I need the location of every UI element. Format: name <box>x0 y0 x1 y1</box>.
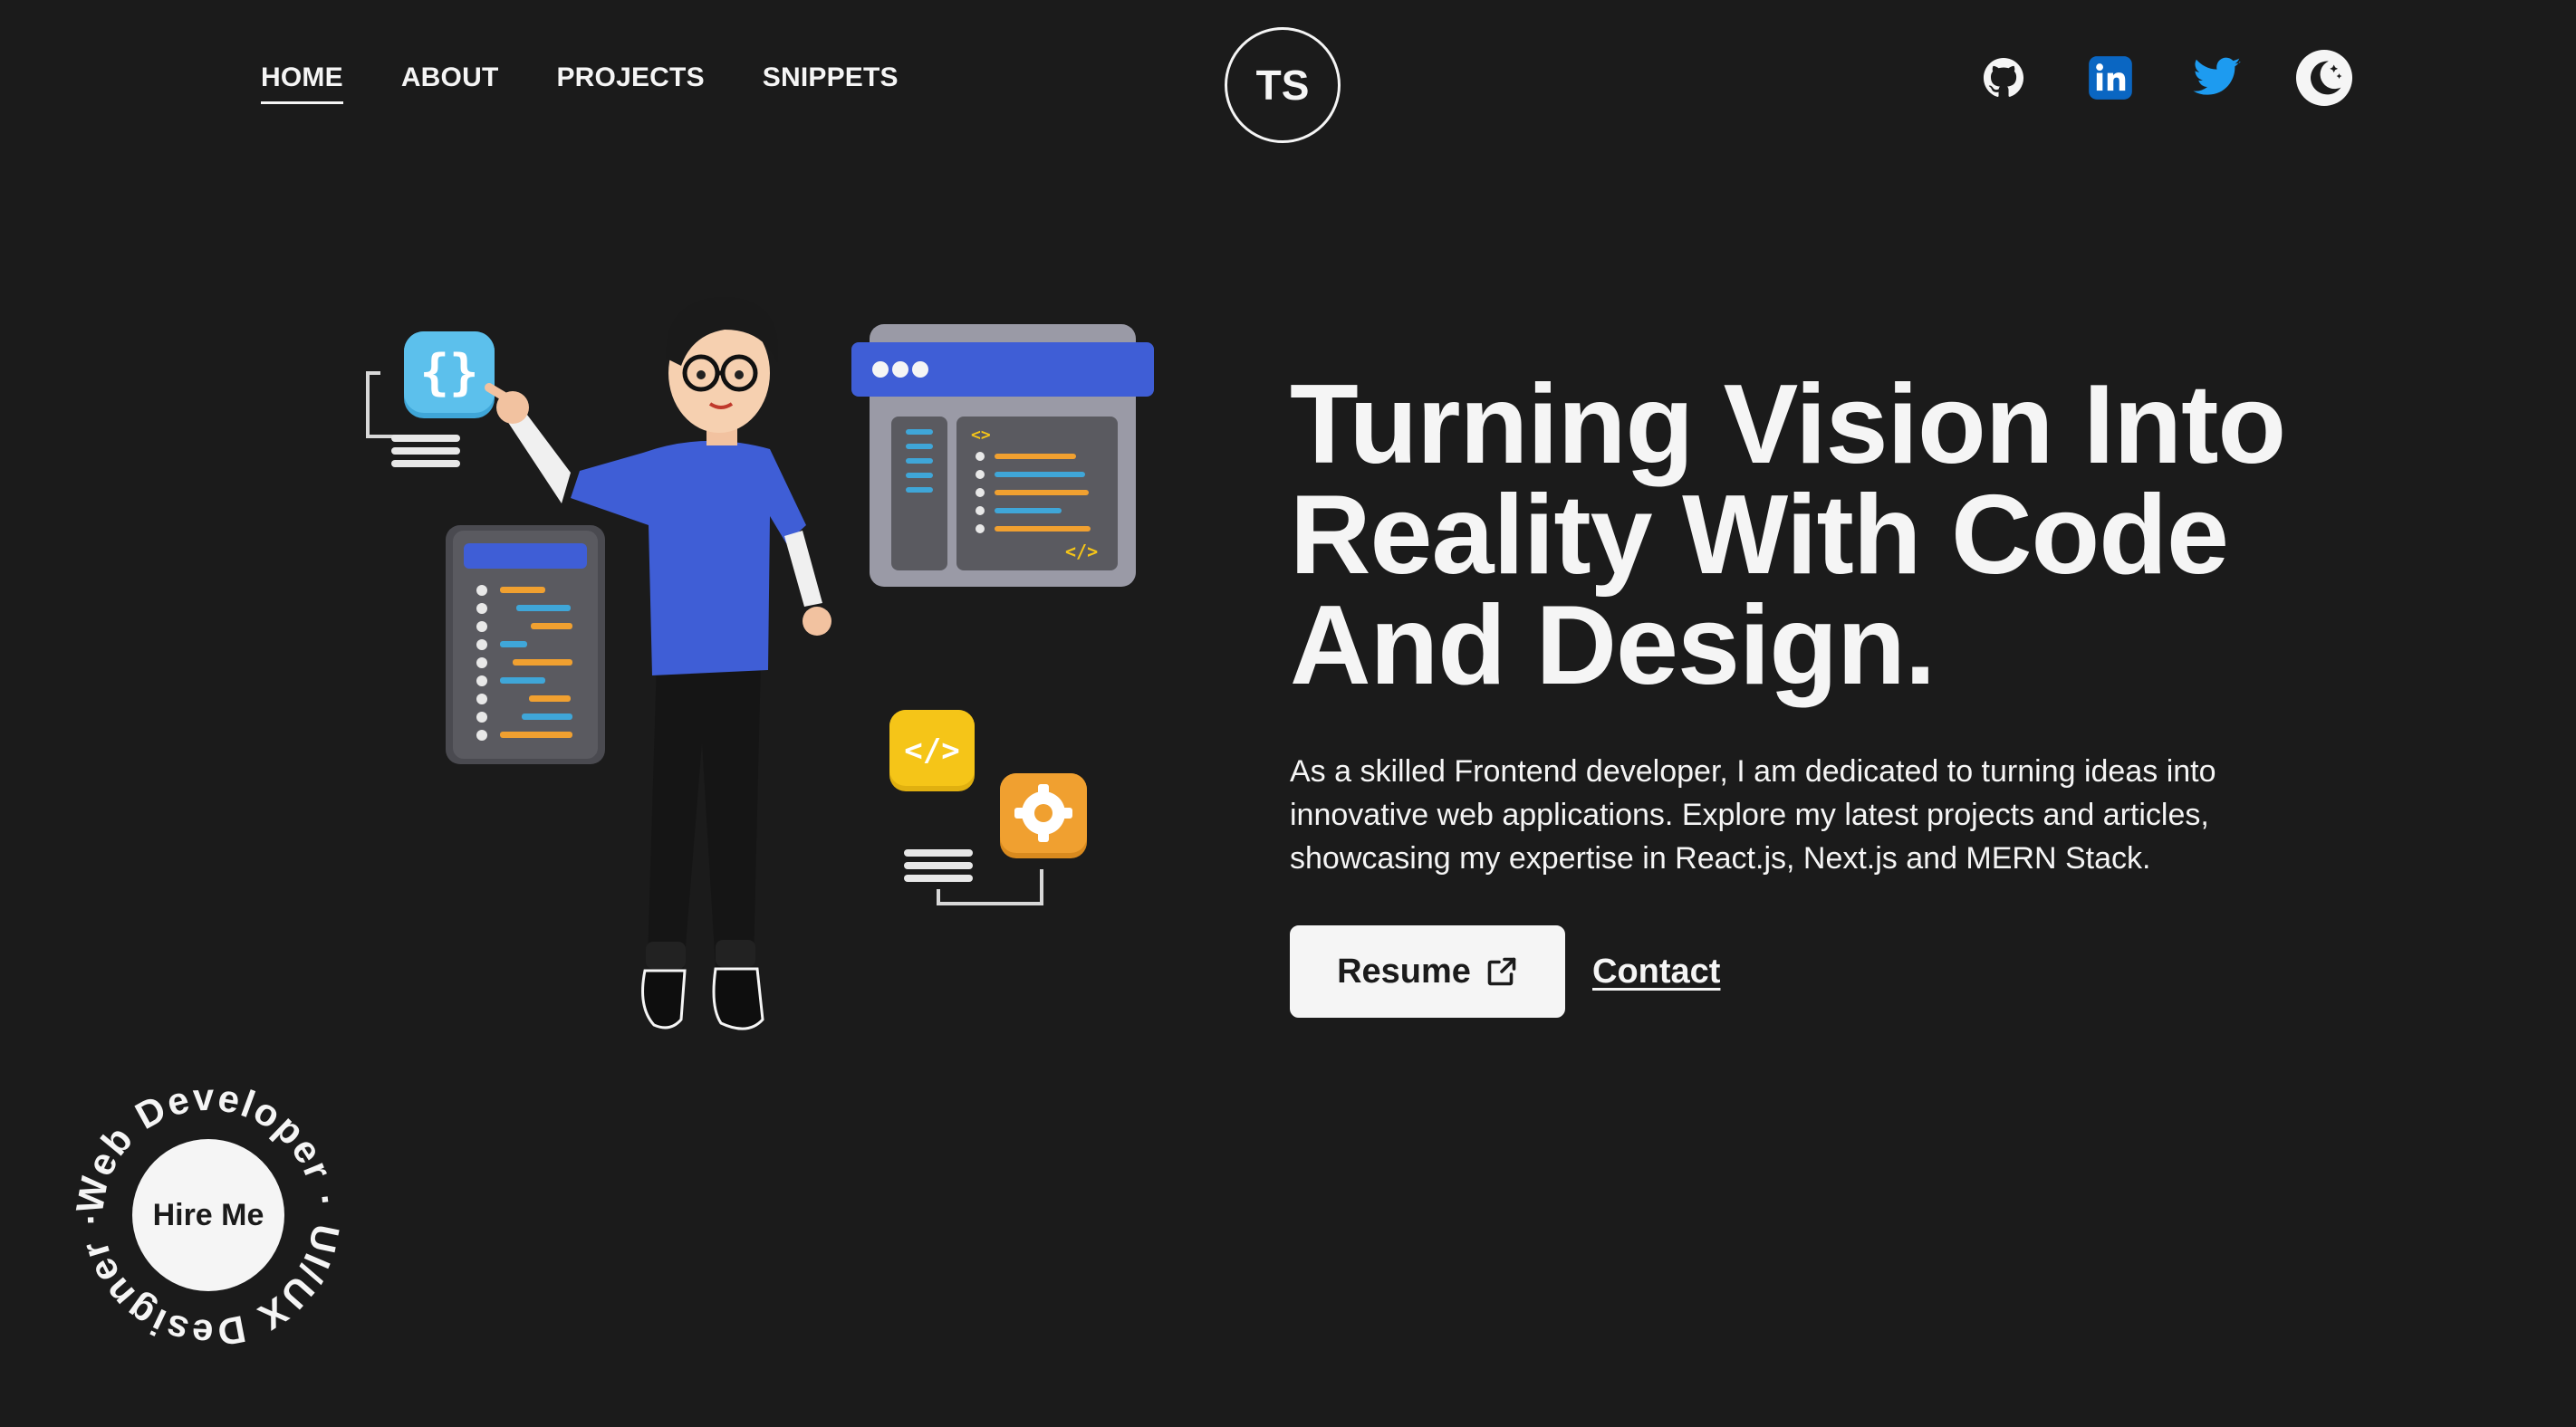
code-window-icon: <> </> <box>851 324 1154 587</box>
code-document-icon <box>446 525 605 764</box>
contact-link[interactable]: Contact <box>1592 949 1720 994</box>
hero-description-line: innovative web applications. Explore my … <box>1290 798 2209 832</box>
hero-description-line: As a skilled Frontend developer, I am de… <box>1290 754 2216 789</box>
logo[interactable]: TS <box>1225 27 1341 143</box>
theme-toggle-moon-icon[interactable] <box>2295 49 2353 107</box>
social-links <box>1975 49 2353 107</box>
svg-text:{}: {} <box>419 344 478 401</box>
hero-title-line: And Design. <box>1290 583 1936 708</box>
resume-button-label: Resume <box>1337 952 1471 991</box>
hero-title-line: Reality With Code <box>1290 473 2229 598</box>
external-link-icon <box>1487 957 1516 986</box>
hero-description-line: showcasing my expertise in React.js, Nex… <box>1290 841 2151 876</box>
github-icon[interactable] <box>1975 49 2033 107</box>
nav-about[interactable]: ABOUT <box>401 62 499 104</box>
svg-text:</>: </> <box>1065 541 1098 562</box>
nav-home[interactable]: HOME <box>261 62 343 104</box>
linkedin-icon[interactable] <box>2081 49 2139 107</box>
gear-icon <box>904 773 1087 905</box>
hero-title-line: Turning Vision Into <box>1290 362 2286 487</box>
code-tag-icon: </> <box>889 710 975 791</box>
svg-text:<>: <> <box>971 426 991 445</box>
code-braces-icon: {} <box>366 331 495 467</box>
hire-me-badge: Web Developer · UI/UX Designer · Hire Me <box>72 1079 344 1351</box>
hire-me-button[interactable]: Hire Me <box>132 1139 284 1291</box>
resume-button[interactable]: Resume <box>1290 925 1565 1018</box>
nav-projects[interactable]: PROJECTS <box>556 62 704 104</box>
svg-text:</>: </> <box>904 733 959 769</box>
hero-illustration: {} <> </> </> <box>344 272 1177 1087</box>
nav-snippets[interactable]: SNIPPETS <box>763 62 899 104</box>
main-nav: HOME ABOUT PROJECTS SNIPPETS <box>261 62 899 104</box>
hero-title: Turning Vision Into Reality With Code An… <box>1290 362 2431 708</box>
twitter-icon[interactable] <box>2188 49 2246 107</box>
hero-description: As a skilled Frontend developer, I am de… <box>1290 750 2377 880</box>
